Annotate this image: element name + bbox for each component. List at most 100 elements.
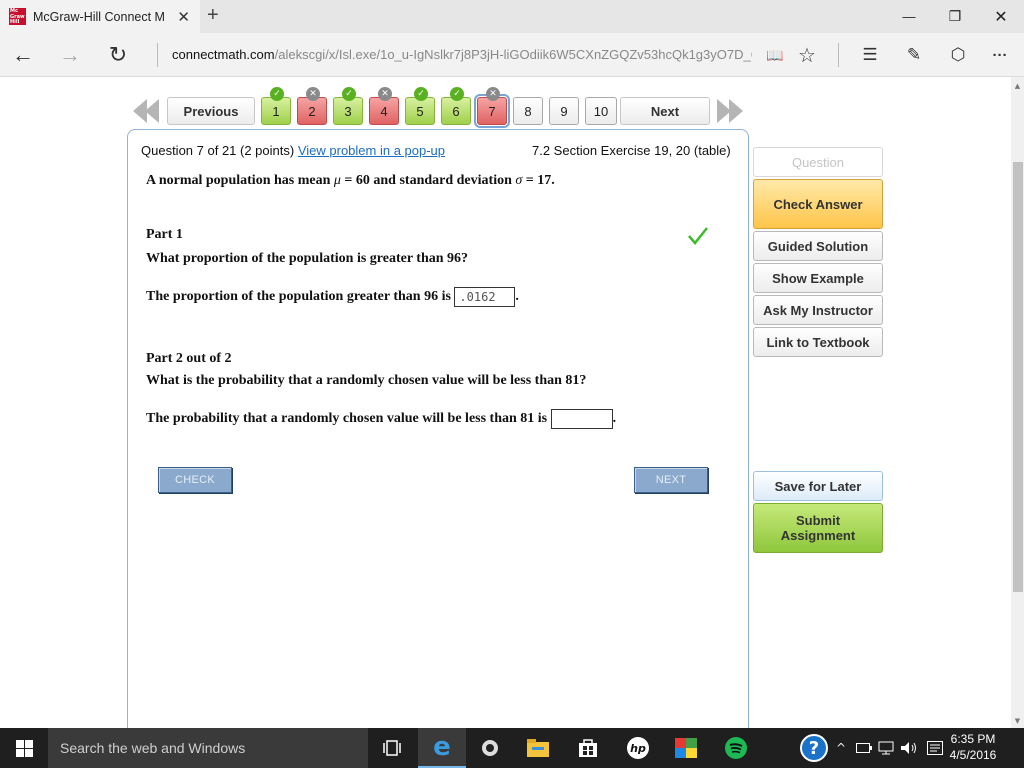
web-note-icon[interactable]: ✎ — [899, 41, 929, 69]
next-question-button[interactable]: NEXT — [634, 467, 708, 493]
scrollbar-thumb[interactable] — [1013, 162, 1023, 592]
question-number: 9 — [560, 103, 568, 119]
tab-close-icon[interactable]: ✕ — [177, 8, 190, 26]
question-8-button[interactable]: 8 — [513, 97, 543, 125]
check-button[interactable]: CHECK — [158, 467, 232, 493]
part2-answer-text: The probability that a randomly chosen v… — [146, 411, 548, 427]
url-separator — [157, 43, 158, 67]
svg-text:?: ? — [809, 738, 819, 759]
photo-app-icon[interactable] — [662, 728, 710, 768]
url-path: /alekscgi/x/Isl.exe/1o_u-IgNslkr7j8P3jH-… — [274, 47, 752, 62]
question-3-button[interactable]: ✓ 3 — [333, 87, 363, 125]
guided-solution-button[interactable]: Guided Solution — [753, 231, 883, 261]
reading-view-icon[interactable]: 📖 — [760, 41, 790, 69]
edge-browser-icon[interactable]: e — [418, 728, 466, 768]
question-number: 1 — [272, 103, 280, 119]
more-icon[interactable]: ··· — [985, 41, 1015, 69]
ask-instructor-button[interactable]: Ask My Instructor — [753, 295, 883, 325]
mcgraw-hill-favicon-icon: Mc Graw Hill — [9, 8, 26, 25]
part2-answer-input[interactable] — [550, 409, 613, 429]
check-answer-button[interactable]: Check Answer — [753, 179, 883, 229]
question-9-button[interactable]: 9 — [549, 97, 579, 125]
question-number: 7 — [488, 103, 496, 119]
spotify-icon[interactable] — [712, 728, 760, 768]
url-field[interactable]: connectmath.com/alekscgi/x/Isl.exe/1o_u-… — [172, 47, 752, 62]
part1-correct-check-icon — [688, 227, 708, 245]
task-view-icon[interactable] — [368, 728, 416, 768]
correct-check-icon: ✓ — [414, 87, 428, 101]
question-number-text: Question 7 of 21 (2 points) — [141, 143, 295, 158]
taskbar-search-input[interactable]: Search the web and Windows — [48, 728, 368, 768]
address-bar: ← → ↻ connectmath.com/alekscgi/x/Isl.exe… — [0, 33, 1024, 77]
favorite-star-icon[interactable]: ☆ — [792, 41, 822, 69]
url-host: connectmath.com — [172, 47, 275, 62]
file-explorer-icon[interactable] — [514, 728, 562, 768]
tab-title: McGraw-Hill Connect M — [33, 9, 165, 24]
minimize-button[interactable]: — — [886, 0, 932, 33]
help-icon[interactable]: ? — [790, 728, 838, 768]
part1-answer-line: The proportion of the population greater… — [146, 287, 519, 307]
period: . — [612, 411, 617, 427]
new-tab-button[interactable]: + — [207, 4, 219, 27]
volume-icon[interactable] — [898, 728, 920, 768]
previous-arrow-icon[interactable] — [130, 96, 162, 126]
start-button[interactable] — [0, 728, 48, 768]
part2-title: Part 2 out of 2 — [146, 351, 232, 366]
part1-title: Part 1 — [146, 227, 183, 242]
question-number: 8 — [524, 103, 532, 119]
question-1-button[interactable]: ✓ 1 — [261, 87, 291, 125]
correct-check-icon: ✓ — [342, 87, 356, 101]
tray-expand-icon[interactable]: ^ — [832, 728, 850, 768]
network-icon[interactable] — [876, 728, 896, 768]
scroll-up-icon[interactable]: ▲ — [1011, 79, 1024, 92]
store-icon[interactable] — [564, 728, 612, 768]
hub-icon[interactable]: ☰ — [855, 41, 885, 69]
mu-symbol: μ — [333, 173, 341, 188]
period: . — [515, 289, 519, 305]
window-close-button[interactable]: ✕ — [978, 0, 1024, 33]
view-popup-link[interactable]: View problem in a pop-up — [298, 143, 445, 158]
taskbar-clock[interactable]: 6:35 PM 4/5/2016 — [948, 731, 998, 763]
svg-text:hp: hp — [630, 742, 646, 755]
statement-text: = 60 and standard deviation — [340, 173, 516, 188]
question-number: 10 — [593, 103, 609, 119]
battery-icon[interactable] — [854, 728, 874, 768]
next-arrow-icon[interactable] — [714, 96, 746, 126]
question-number: 6 — [452, 103, 460, 119]
part2-question: What is the probability that a randomly … — [146, 373, 587, 388]
question-header: Question 7 of 21 (2 points) View problem… — [141, 143, 445, 158]
clock-time: 6:35 PM — [950, 732, 996, 746]
show-example-button[interactable]: Show Example — [753, 263, 883, 293]
clock-date: 4/5/2016 — [949, 748, 997, 762]
refresh-button[interactable]: ↻ — [103, 41, 133, 69]
title-bar: Mc Graw Hill McGraw-Hill Connect M ✕ + —… — [0, 0, 1024, 33]
question-2-button[interactable]: ✕ 2 — [297, 87, 327, 125]
question-4-button[interactable]: ✕ 4 — [369, 87, 399, 125]
back-button[interactable]: ← — [8, 41, 38, 69]
share-icon[interactable]: ⬡ — [943, 41, 973, 69]
question-6-button[interactable]: ✓ 6 — [441, 87, 471, 125]
forward-button[interactable]: → — [55, 41, 85, 69]
part2-answer-line: The probability that a randomly chosen v… — [146, 409, 616, 429]
windows-logo-icon — [15, 739, 33, 757]
save-for-later-button[interactable]: Save for Later — [753, 471, 883, 501]
next-button[interactable]: Next — [620, 97, 710, 125]
correct-check-icon: ✓ — [450, 87, 464, 101]
submit-assignment-button[interactable]: Submit Assignment — [753, 503, 883, 553]
problem-statement: A normal population has mean μ = 60 and … — [146, 173, 555, 189]
part1-answer-text: The proportion of the population greater… — [146, 289, 451, 305]
hp-icon[interactable]: hp — [614, 728, 662, 768]
restore-button[interactable]: ❐ — [932, 0, 978, 33]
submit-label-line2: Assignment — [780, 528, 856, 543]
part1-answer-input[interactable]: .0162 — [454, 287, 516, 307]
webcam-app-icon[interactable] — [466, 728, 514, 768]
previous-button[interactable]: Previous — [167, 97, 255, 125]
link-textbook-button[interactable]: Link to Textbook — [753, 327, 883, 357]
scroll-down-icon[interactable]: ▼ — [1011, 714, 1024, 727]
question-7-button[interactable]: ✕ 7 — [474, 87, 510, 128]
question-10-button[interactable]: 10 — [585, 97, 617, 125]
question-button[interactable]: Question — [753, 147, 883, 177]
browser-tab[interactable]: Mc Graw Hill McGraw-Hill Connect M ✕ — [0, 0, 200, 33]
question-5-button[interactable]: ✓ 5 — [405, 87, 435, 125]
notifications-icon[interactable] — [924, 728, 946, 768]
